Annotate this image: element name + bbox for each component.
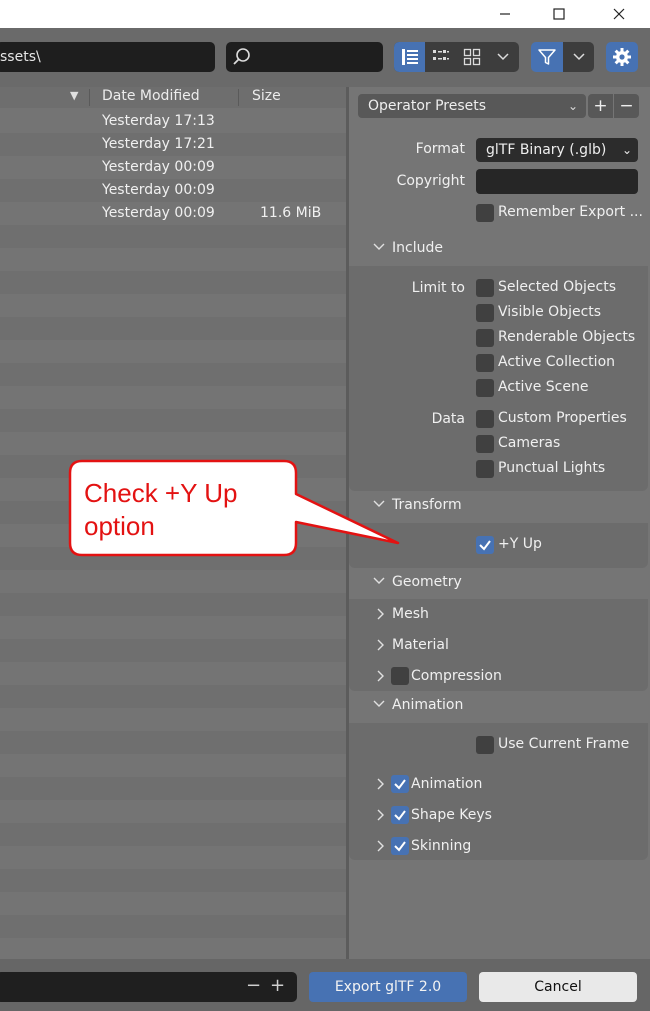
callout-line-1: Check +Y Up (84, 478, 238, 508)
callout-text: Check +Y Up option (84, 477, 284, 543)
callout-line-2: option (84, 511, 155, 541)
